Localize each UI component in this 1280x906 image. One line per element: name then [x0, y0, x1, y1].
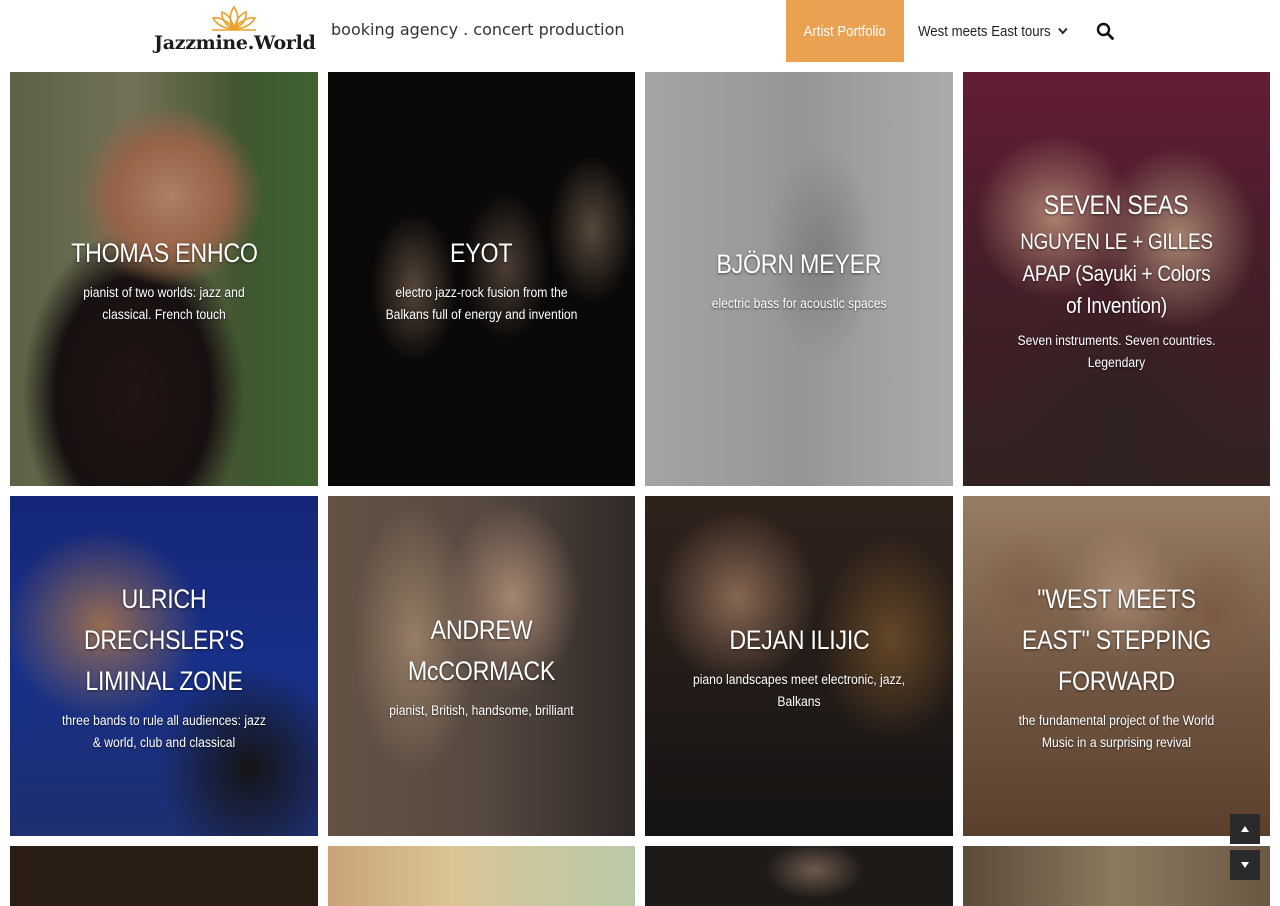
artist-card-west-meets-east[interactable]: "WEST MEETS EAST" STEPPING FORWARD the f… — [963, 496, 1270, 836]
artist-card-seven-seas[interactable]: SEVEN SEAS NGUYEN LE + GILLES APAP (Sayu… — [963, 72, 1270, 486]
artist-card-title: ULRICH DRECHSLER'S LIMINAL ZONE — [83, 583, 245, 696]
scroll-down-button[interactable] — [1230, 850, 1260, 880]
nav-west-meets-east-tours[interactable]: West meets East tours — [904, 0, 1081, 62]
site-tagline: booking agency . concert production — [331, 20, 625, 39]
artist-card-partial[interactable] — [10, 846, 318, 906]
artist-card-subtitle: pianist of two worlds: jazz and classica… — [83, 284, 245, 322]
lotus-icon — [211, 5, 257, 31]
artist-card-eyot[interactable]: EYOT electro jazz-rock fusion from the B… — [328, 72, 635, 486]
artist-card-title: DEJAN ILIJIC — [728, 624, 870, 655]
artist-card-subtitle: electro jazz-rock fusion from the Balkan… — [385, 284, 578, 322]
artist-card-title-line2: NGUYEN LE + GILLES APAP (Sayuki + Colors… — [1020, 228, 1213, 318]
site-logo[interactable]: Jazzmine.World — [154, 4, 316, 58]
artist-card-subtitle: pianist, British, handsome, brilliant — [389, 703, 574, 718]
nav-artist-portfolio-label: Artist Portfolio — [803, 22, 887, 40]
artist-card-partial[interactable] — [645, 846, 953, 906]
artist-card-subtitle: Seven instruments. Seven countries. Lege… — [1017, 332, 1216, 370]
artist-card-ulrich-drechsler[interactable]: ULRICH DRECHSLER'S LIMINAL ZONE three ba… — [10, 496, 318, 836]
site-header: Jazzmine.World booking agency . concert … — [0, 0, 1280, 62]
artist-card-dejan-ilijic[interactable]: DEJAN ILIJIC piano landscapes meet elect… — [645, 496, 953, 836]
artist-card-thomas-enhco[interactable]: THOMAS ENHCO pianist of two worlds: jazz… — [10, 72, 318, 486]
card-overlay — [328, 72, 635, 486]
artist-card-title: ANDREW McCORMACK — [407, 615, 556, 686]
card-overlay — [10, 72, 318, 486]
card-overlay — [645, 496, 953, 836]
arrow-up-icon — [1241, 826, 1249, 832]
search-icon[interactable] — [1096, 22, 1114, 40]
arrow-down-icon — [1241, 862, 1249, 868]
scroll-up-button[interactable] — [1230, 814, 1260, 844]
artist-card-subtitle: the fundamental project of the World Mus… — [1018, 712, 1215, 750]
artist-card-partial[interactable] — [328, 846, 635, 906]
chevron-down-icon — [1057, 27, 1068, 35]
artist-card-title: SEVEN SEAS — [1044, 189, 1189, 220]
artist-card-bjorn-meyer[interactable]: BJÖRN MEYER electric bass for acoustic s… — [645, 72, 953, 486]
artist-card-title: THOMAS ENHCO — [70, 237, 258, 268]
main-nav: Artist Portfolio West meets East tours — [786, 0, 1106, 62]
artist-card-subtitle: three bands to rule all audiences: jazz … — [62, 712, 266, 750]
logo-text: Jazzmine.World — [154, 32, 316, 54]
nav-artist-portfolio[interactable]: Artist Portfolio — [786, 0, 904, 62]
artist-card-title: EYOT — [450, 237, 513, 268]
artist-card-andrew-mccormack[interactable]: ANDREW McCORMACK pianist, British, hands… — [328, 496, 635, 836]
artist-card-title: "WEST MEETS EAST" STEPPING FORWARD — [1021, 583, 1212, 696]
artist-card-partial[interactable] — [963, 846, 1270, 906]
artist-card-title: BJÖRN MEYER — [716, 248, 882, 279]
nav-tours-label: West meets East tours — [918, 22, 1051, 40]
artist-card-subtitle: electric bass for acoustic spaces — [711, 295, 887, 311]
artist-card-subtitle: piano landscapes meet electronic, jazz, … — [692, 671, 906, 709]
